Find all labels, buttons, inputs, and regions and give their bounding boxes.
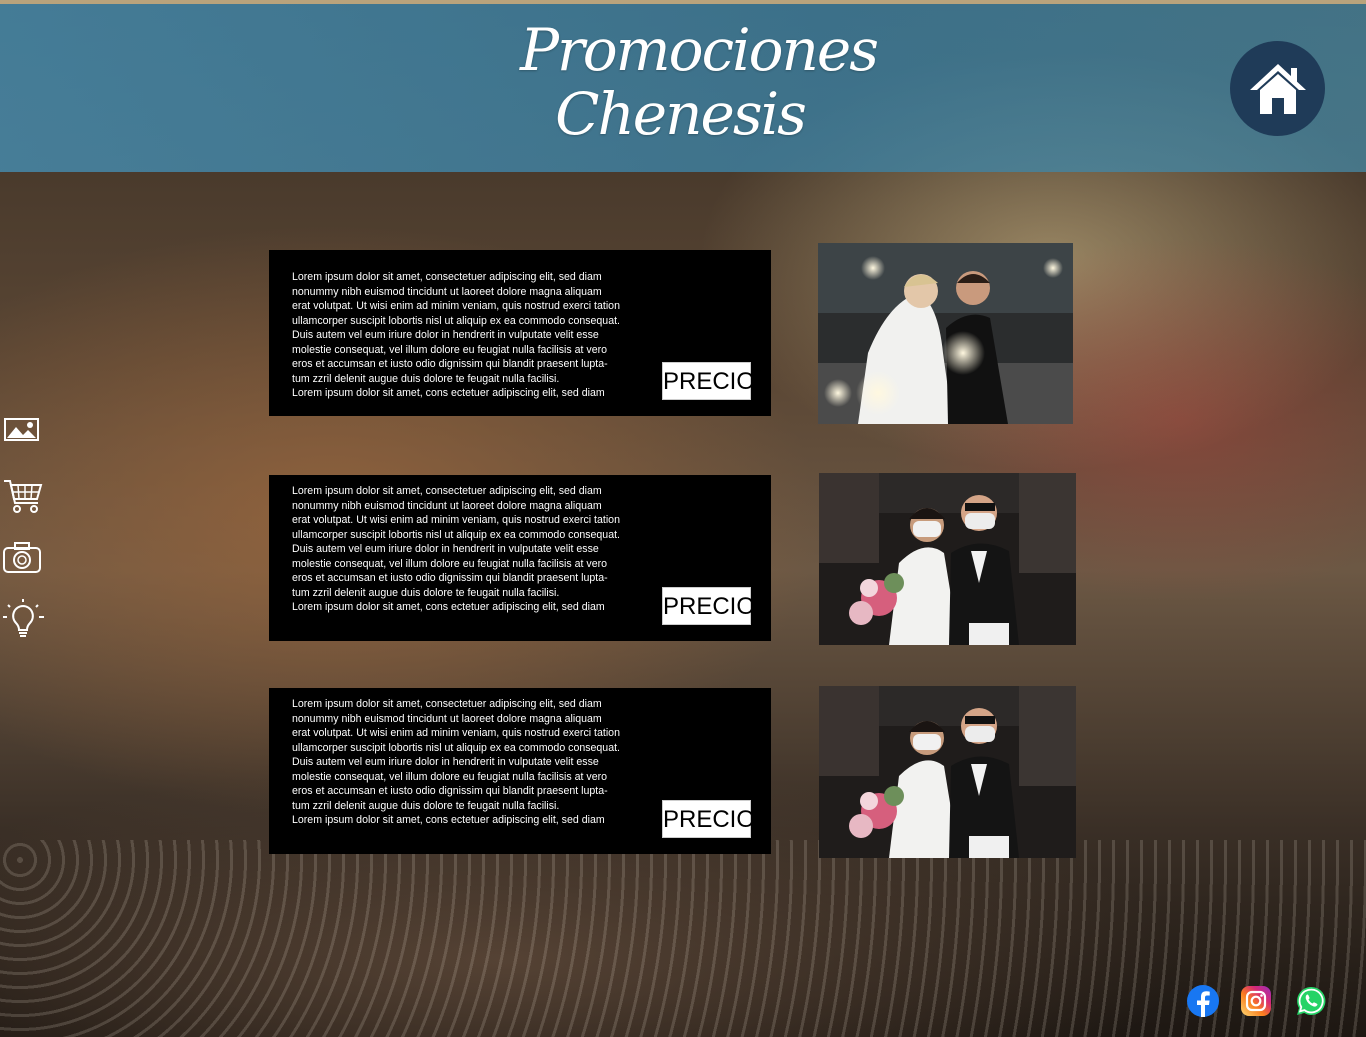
whatsapp-link[interactable] (1295, 985, 1327, 1017)
description-line: tum zzril delenit augue duis dolore te f… (292, 799, 560, 812)
header-band: Promociones Chenesis (0, 4, 1366, 172)
price-button[interactable]: PRECIO (662, 800, 755, 838)
description-line: Duis autem vel eum iriure dolor in hendr… (292, 756, 599, 768)
cart-button[interactable] (2, 475, 44, 517)
lightbulb-icon (3, 599, 44, 637)
description-line: Lorem ipsum dolor sit amet, cons ectetue… (292, 814, 605, 826)
promotion-description: Lorem ipsum dolor sit amet, consectetuer… (292, 484, 652, 615)
camera-button[interactable] (2, 538, 44, 580)
cart-icon (4, 480, 43, 513)
description-line: ullamcorper suscipit lobortis nisl ut al… (292, 741, 620, 754)
couple-with-sparklers-photo (818, 243, 1073, 424)
gallery-button[interactable] (2, 410, 44, 452)
idea-button[interactable] (2, 598, 44, 640)
facebook-link[interactable] (1187, 985, 1219, 1017)
facebook-icon (1187, 985, 1219, 1017)
masked-bride-and-father-photo (819, 686, 1076, 858)
description-line: Duis autem vel eum iriure dolor in hendr… (292, 329, 599, 341)
whatsapp-icon (1297, 986, 1326, 1015)
promotion-card: Lorem ipsum dolor sit amet, consectetuer… (269, 688, 771, 854)
lace-tablecloth-background (0, 840, 1366, 1037)
description-line: eros et accumsan et iusto odio dignissim… (292, 572, 608, 584)
instagram-icon (1241, 986, 1271, 1016)
description-line: Lorem ipsum dolor sit amet, cons ectetue… (292, 601, 605, 613)
promotion-card: Lorem ipsum dolor sit amet, consectetuer… (269, 250, 771, 416)
promotion-description: Lorem ipsum dolor sit amet, consectetuer… (292, 697, 652, 828)
instagram-link[interactable] (1240, 985, 1272, 1017)
description-line: erat volutpat. Ut wisi enim ad minim ven… (292, 514, 620, 526)
description-line: Lorem ipsum dolor sit amet, consectetuer… (292, 698, 602, 710)
description-line: ullamcorper suscipit lobortis nisl ut al… (292, 528, 620, 541)
description-line: Lorem ipsum dolor sit amet, cons ectetue… (292, 387, 605, 399)
description-line: eros et accumsan et iusto odio dignissim… (292, 785, 608, 797)
description-line: Lorem ipsum dolor sit amet, consectetuer… (292, 485, 602, 497)
description-line: Lorem ipsum dolor sit amet, consectetuer… (292, 271, 602, 283)
description-line: nonummy nibh euismod tincidunt ut laoree… (292, 285, 602, 298)
description-line: ullamcorper suscipit lobortis nisl ut al… (292, 314, 620, 327)
promotion-card: Lorem ipsum dolor sit amet, consectetuer… (269, 475, 771, 641)
description-line: molestie consequat, vel illum dolore eu … (292, 557, 608, 570)
title-line-1: Promociones (520, 16, 879, 84)
home-button[interactable] (1230, 41, 1325, 136)
description-line: nonummy nibh euismod tincidunt ut laoree… (292, 712, 602, 725)
home-icon (1249, 63, 1306, 114)
camera-icon (3, 542, 41, 573)
description-line: erat volutpat. Ut wisi enim ad minim ven… (292, 300, 620, 312)
description-line: erat volutpat. Ut wisi enim ad minim ven… (292, 727, 620, 739)
page-title: Promociones Chenesis (520, 16, 879, 148)
gallery-icon (4, 418, 39, 441)
description-line: nonummy nibh euismod tincidunt ut laoree… (292, 499, 602, 512)
description-line: tum zzril delenit augue duis dolore te f… (292, 586, 560, 599)
description-line: molestie consequat, vel illum dolore eu … (292, 343, 608, 356)
description-line: tum zzril delenit augue duis dolore te f… (292, 372, 560, 385)
title-line-2: Chenesis (555, 80, 807, 148)
masked-bride-and-father-photo (819, 473, 1076, 645)
price-button[interactable]: PRECIO (662, 587, 755, 625)
promotion-description: Lorem ipsum dolor sit amet, consectetuer… (292, 270, 652, 401)
description-line: molestie consequat, vel illum dolore eu … (292, 770, 608, 783)
description-line: eros et accumsan et iusto odio dignissim… (292, 358, 608, 370)
description-line: Duis autem vel eum iriure dolor in hendr… (292, 543, 599, 555)
price-button[interactable]: PRECIO (662, 362, 755, 400)
